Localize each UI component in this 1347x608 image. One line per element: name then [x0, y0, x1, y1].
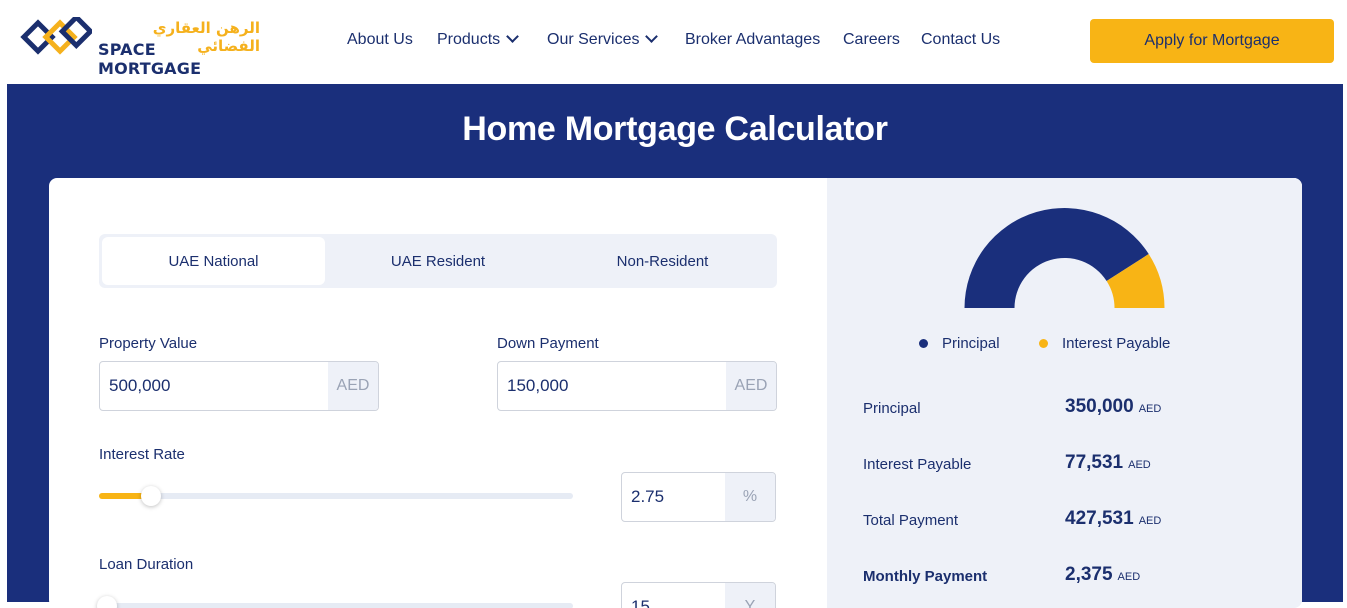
- interest-rate-label: Interest Rate: [99, 446, 185, 463]
- nav-item-label: Products: [437, 31, 501, 48]
- loan-duration-label: Loan Duration: [99, 556, 194, 573]
- summary-amount: 427,531: [1065, 508, 1134, 529]
- summary-amount: 350,000: [1065, 396, 1134, 417]
- loan-duration-input[interactable]: 15: [631, 597, 650, 608]
- legend-item-interest: Interest Payable: [1039, 335, 1170, 352]
- summary-amount: 77,531: [1065, 452, 1124, 473]
- summary-amount: 2,375: [1065, 564, 1113, 585]
- nav-item-products[interactable]: Products: [437, 30, 520, 49]
- summary-label-interest: Interest Payable: [863, 456, 972, 473]
- tab-uae-national[interactable]: UAE National: [102, 237, 325, 285]
- payment-breakdown-chart: [964, 208, 1165, 308]
- apply-for-mortgage-button[interactable]: Apply for Mortgage: [1090, 19, 1334, 63]
- property-value-field[interactable]: 500,000 AED: [99, 361, 379, 411]
- currency-unit: AED: [726, 362, 776, 410]
- summary-label-monthly: Monthly Payment: [863, 568, 988, 585]
- property-value-label: Property Value: [99, 335, 198, 352]
- site-header: الرهن العقاري الفضائي SPACE MORTGAGE Abo…: [0, 0, 1347, 84]
- interest-dot-icon: [1039, 339, 1048, 348]
- loan-duration-slider-thumb[interactable]: [97, 596, 117, 608]
- summary-value-total: 427,531 AED: [1065, 508, 1161, 530]
- nav-item-broker-advantages[interactable]: Broker Advantages: [685, 31, 820, 49]
- nav-item-contact-us[interactable]: Contact Us: [921, 31, 1000, 49]
- nav-item-label: Careers: [843, 31, 900, 48]
- nav-item-label: About Us: [347, 31, 413, 48]
- nav-item-about-us[interactable]: About Us: [347, 31, 413, 49]
- summary-value-principal: 350,000 AED: [1065, 396, 1161, 418]
- nav-item-careers[interactable]: Careers: [843, 31, 900, 49]
- down-payment-field[interactable]: 150,000 AED: [497, 361, 777, 411]
- summary-value-interest: 77,531 AED: [1065, 452, 1151, 474]
- down-payment-label: Down Payment: [497, 335, 599, 352]
- tab-non-resident[interactable]: Non-Resident: [551, 237, 774, 285]
- currency-label: AED: [1128, 459, 1151, 471]
- nav-item-label: Contact Us: [921, 31, 1001, 48]
- legend-label: Interest Payable: [1062, 335, 1171, 352]
- summary-label-total: Total Payment: [863, 512, 959, 529]
- currency-label: AED: [1117, 571, 1141, 583]
- legend-item-principal: Principal: [919, 335, 1000, 352]
- legend-label: Principal: [942, 335, 1000, 352]
- principal-dot-icon: [919, 339, 928, 348]
- summary-panel: Principal Interest Payable Principal 350…: [827, 178, 1302, 608]
- residency-tabs: UAE National UAE Resident Non-Resident: [99, 234, 777, 288]
- nav-item-our-services[interactable]: Our Services: [547, 30, 659, 49]
- summary-label-principal: Principal: [863, 400, 921, 417]
- years-unit: Y: [725, 583, 775, 608]
- chevron-down-icon: [645, 30, 659, 43]
- interest-rate-slider-thumb[interactable]: [141, 486, 161, 506]
- loan-duration-slider[interactable]: [99, 603, 573, 608]
- nav-item-label: Broker Advantages: [685, 31, 821, 48]
- brand-logo[interactable]: الرهن العقاري الفضائي SPACE MORTGAGE: [20, 17, 260, 78]
- nav-item-label: Our Services: [547, 31, 640, 48]
- currency-label: AED: [1138, 515, 1162, 527]
- interest-rate-input[interactable]: 2.75: [631, 487, 664, 507]
- chevron-down-icon: [506, 30, 520, 43]
- page-title: Home Mortgage Calculator: [462, 110, 888, 148]
- calculator-card: UAE National UAE Resident Non-Resident P…: [49, 178, 1302, 608]
- loan-duration-field[interactable]: 15 Y: [621, 582, 776, 608]
- currency-label: AED: [1138, 403, 1162, 415]
- currency-unit: AED: [328, 362, 378, 410]
- interest-rate-slider[interactable]: [99, 493, 573, 499]
- summary-value-monthly: 2,375 AED: [1065, 564, 1140, 586]
- brand-name: SPACE MORTGAGE: [98, 40, 202, 78]
- logo-mark-icon: [20, 17, 92, 55]
- tab-uae-resident[interactable]: UAE Resident: [326, 237, 550, 285]
- percent-unit: %: [725, 473, 775, 521]
- interest-rate-field[interactable]: 2.75 %: [621, 472, 776, 522]
- property-value-input[interactable]: 500,000: [109, 376, 170, 396]
- down-payment-input[interactable]: 150,000: [507, 376, 568, 396]
